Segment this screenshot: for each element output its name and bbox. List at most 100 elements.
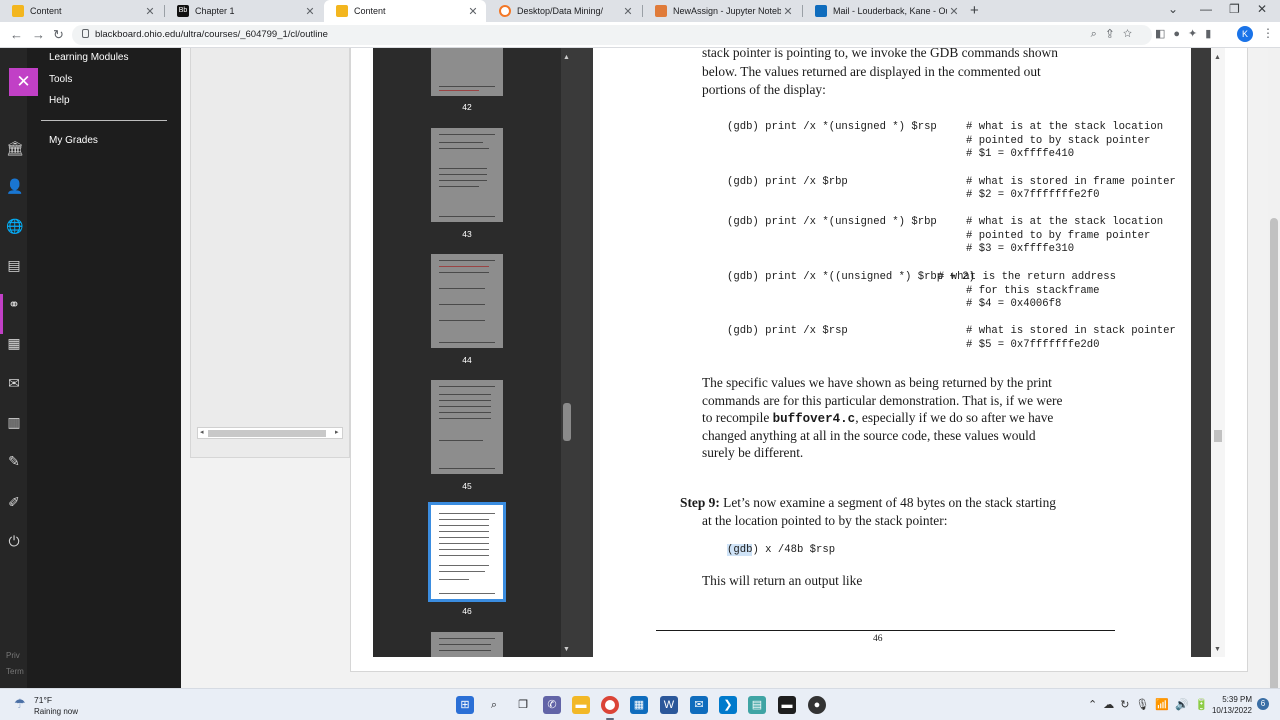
- calculator-icon[interactable]: ▦: [630, 696, 648, 714]
- intro-line: portions of the display:: [702, 82, 826, 97]
- page-thumbnail-45[interactable]: [431, 380, 503, 474]
- thumbnail-page-number: 46: [462, 606, 472, 616]
- page-thumbnail-46-selected[interactable]: [428, 502, 506, 602]
- search-icon[interactable]: ⌕: [485, 696, 503, 714]
- nav-item-my-grades[interactable]: My Grades: [49, 135, 98, 146]
- step-heading: Step 9: Let’s now examine a segment of 4…: [680, 495, 1056, 510]
- new-tab-icon[interactable]: +: [970, 2, 979, 19]
- more-options-icon[interactable]: ⋮: [1262, 26, 1274, 40]
- close-tab-icon[interactable]: ✕: [466, 5, 480, 18]
- mail-icon[interactable]: ✉: [690, 696, 708, 714]
- scroll-down-icon[interactable]: ▼: [563, 646, 570, 653]
- profile-avatar[interactable]: K: [1237, 26, 1253, 42]
- outline-horizontal-scrollbar[interactable]: ◂ ▸: [197, 427, 343, 439]
- profile-icon[interactable]: 👤: [6, 178, 23, 194]
- scroll-up-icon[interactable]: ▲: [1214, 54, 1221, 61]
- scrollbar-thumb[interactable]: [208, 430, 326, 437]
- url-text: blackboard.ohio.edu/ultra/courses/_60479…: [95, 29, 328, 40]
- thumbnail-scrollbar[interactable]: ▲ ▼: [561, 48, 573, 657]
- paragraph-line: to recompile buffover4.c, especially if …: [702, 410, 1054, 426]
- close-menu-icon[interactable]: ✕: [9, 68, 38, 96]
- taskbar-clock[interactable]: 5:39 PM 10/13/2022: [1210, 694, 1252, 716]
- step-line: at the location pointed to by the stack …: [702, 513, 948, 528]
- recorder-icon[interactable]: ●: [808, 696, 826, 714]
- notepad-icon[interactable]: ▤: [748, 696, 766, 714]
- close-tab-icon[interactable]: ✕: [947, 5, 961, 18]
- scroll-up-icon[interactable]: ▲: [563, 54, 570, 61]
- page-number: 46: [873, 634, 883, 644]
- browser-scrollbar[interactable]: [1268, 48, 1280, 718]
- word-icon[interactable]: W: [660, 696, 678, 714]
- nav-item-learning-modules[interactable]: Learning Modules: [49, 52, 129, 63]
- page-thumbnail-42[interactable]: [431, 48, 503, 96]
- scroll-left-icon[interactable]: ◂: [200, 428, 204, 436]
- back-arrow-icon[interactable]: ←: [10, 27, 23, 42]
- page-thumbnail-44[interactable]: [431, 254, 503, 348]
- task-view-icon[interactable]: ❐: [514, 696, 532, 714]
- gdb-command: (gdb) print /x $rsp: [727, 325, 848, 337]
- close-tab-icon[interactable]: ✕: [303, 5, 317, 18]
- tools-icon[interactable]: ✎: [6, 453, 22, 469]
- restore-icon[interactable]: ❐: [1229, 2, 1240, 16]
- weather-temperature[interactable]: 71°F: [34, 695, 52, 705]
- start-icon[interactable]: ⊞: [456, 696, 474, 714]
- grades-icon[interactable]: ▥: [6, 414, 22, 430]
- tab-outlook-mail[interactable]: Mail - Louderback, Kane - Outlo ✕: [803, 0, 967, 22]
- reload-icon[interactable]: ↻: [53, 27, 64, 43]
- organizations-icon[interactable]: ⚭: [6, 296, 22, 312]
- minimize-icon[interactable]: —: [1200, 2, 1212, 16]
- scroll-down-icon[interactable]: ▼: [1214, 646, 1221, 653]
- messages-icon[interactable]: ✉: [6, 375, 22, 391]
- close-tab-icon[interactable]: ✕: [621, 5, 635, 18]
- gdb-command: (gdb) print /x $rbp: [727, 176, 848, 188]
- scrollbar-thumb[interactable]: [563, 403, 571, 441]
- zoom-share-bookmark-icons[interactable]: ⌕⇪☆: [1091, 28, 1142, 41]
- page-thumbnail-43[interactable]: [431, 128, 503, 222]
- bb-favicon-icon: Bb: [177, 5, 189, 17]
- gdb-command: (gdb) print /x *(unsigned *) $rsp: [727, 121, 937, 133]
- tab-strip: Content ✕ Bb Chapter 1 ✕ Content ✕ Deskt…: [0, 0, 1280, 22]
- paragraph-line: The specific values we have shown as bei…: [702, 375, 1052, 390]
- weather-rain-icon[interactable]: ☂: [14, 697, 28, 711]
- vscode-icon[interactable]: ❯: [719, 696, 737, 714]
- terms-link[interactable]: Term: [6, 667, 24, 676]
- close-tab-icon[interactable]: ✕: [781, 5, 795, 18]
- notification-badge[interactable]: 6: [1257, 698, 1269, 710]
- scrollbar-thumb[interactable]: [1214, 430, 1222, 442]
- weather-condition[interactable]: Raining now: [34, 707, 78, 716]
- tab-search-icon[interactable]: ⌄: [1168, 2, 1178, 16]
- tab-chapter-1[interactable]: Bb Chapter 1 ✕: [165, 0, 323, 22]
- tab-content-active[interactable]: Content ✕: [324, 0, 486, 22]
- page-scrollbar[interactable]: ▲ ▼: [1211, 48, 1225, 657]
- address-bar[interactable]: blackboard.ohio.edu/ultra/courses/_60479…: [72, 25, 1152, 45]
- page-gutter: [573, 48, 593, 657]
- thumbnail-page-number: 43: [462, 229, 472, 239]
- close-tab-icon[interactable]: ✕: [143, 5, 157, 18]
- privacy-link[interactable]: Priv: [6, 651, 20, 660]
- close-window-icon[interactable]: ✕: [1257, 2, 1267, 16]
- sign-out-icon[interactable]: ⏻: [6, 533, 22, 549]
- nav-item-help[interactable]: Help: [49, 95, 70, 106]
- forward-arrow-icon[interactable]: →: [32, 27, 45, 42]
- courses-icon[interactable]: ▤: [6, 257, 22, 273]
- page-thumbnail-47[interactable]: [431, 632, 503, 657]
- scrollbar-thumb[interactable]: [1270, 218, 1278, 718]
- extension-icons[interactable]: ◧●✦▮: [1155, 27, 1219, 40]
- scroll-right-icon[interactable]: ▸: [335, 428, 339, 436]
- terminal-icon[interactable]: ▬: [778, 696, 796, 714]
- nav-item-tools[interactable]: Tools: [49, 74, 72, 85]
- globe-icon[interactable]: 🌐: [6, 218, 23, 234]
- pdf-page: stack pointer is pointing to, we invoke …: [593, 48, 1191, 657]
- chrome-icon[interactable]: [601, 696, 619, 714]
- edit-icon[interactable]: ✐: [6, 494, 22, 510]
- tab-content-1[interactable]: Content ✕: [0, 0, 163, 22]
- file-explorer-icon[interactable]: ▬: [572, 696, 590, 714]
- institution-icon[interactable]: 🏛: [6, 140, 24, 156]
- tab-jupyter-notebook[interactable]: NewAssign - Jupyter Notebook ✕: [643, 0, 801, 22]
- course-nav-menu: Learning Modules Tools Help My Grades: [27, 48, 181, 688]
- tab-data-mining[interactable]: Desktop/Data Mining/ ✕: [487, 0, 641, 22]
- calendar-icon[interactable]: ▦: [6, 335, 22, 351]
- system-tray-icons[interactable]: ⌃☁↻🎙📶🔊🔋: [1088, 698, 1215, 711]
- browser-toolbar: ← → ↻ blackboard.ohio.edu/ultra/courses/…: [0, 22, 1280, 48]
- chat-icon[interactable]: ✆: [543, 696, 561, 714]
